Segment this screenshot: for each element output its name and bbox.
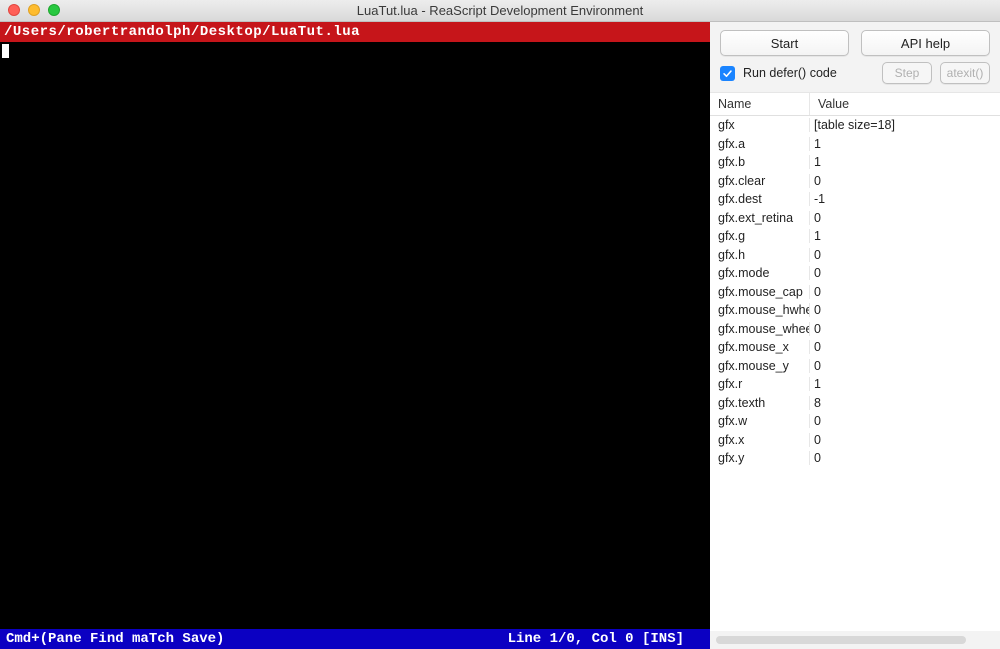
zoom-icon[interactable] <box>48 4 60 16</box>
variable-value: 1 <box>810 137 1000 151</box>
variable-row[interactable]: gfx.mouse_x0 <box>710 338 1000 357</box>
variable-row[interactable]: gfx.mouse_wheel0 <box>710 320 1000 339</box>
app-window: LuaTut.lua - ReaScript Development Envir… <box>0 0 1000 649</box>
run-options-row: Run defer() code Step atexit() <box>710 62 1000 92</box>
variable-name: gfx.a <box>710 137 810 151</box>
variable-name: gfx.w <box>710 414 810 428</box>
variable-row[interactable]: gfx.texth8 <box>710 394 1000 413</box>
variable-name: gfx.mouse_x <box>710 340 810 354</box>
code-editor[interactable] <box>0 42 710 629</box>
editor-status-bar: Cmd+(Pane Find maTch Save) Line 1/0, Col… <box>0 629 710 649</box>
variable-value: 0 <box>810 322 1000 336</box>
close-icon[interactable] <box>8 4 20 16</box>
variable-value: 8 <box>810 396 1000 410</box>
variable-name: gfx.dest <box>710 192 810 206</box>
variable-row[interactable]: gfx.w0 <box>710 412 1000 431</box>
variable-name: gfx.r <box>710 377 810 391</box>
variable-value: 1 <box>810 229 1000 243</box>
variable-value: 1 <box>810 377 1000 391</box>
top-button-row: Start API help <box>710 22 1000 62</box>
minimize-icon[interactable] <box>28 4 40 16</box>
horizontal-scroll-thumb[interactable] <box>716 636 966 644</box>
variable-value: 0 <box>810 303 1000 317</box>
window-title: LuaTut.lua - ReaScript Development Envir… <box>0 3 1000 18</box>
variable-name: gfx.mouse_y <box>710 359 810 373</box>
variable-row[interactable]: gfx.mouse_y0 <box>710 357 1000 376</box>
variable-value: 1 <box>810 155 1000 169</box>
variable-value: 0 <box>810 248 1000 262</box>
variable-row[interactable]: gfx.a1 <box>710 135 1000 154</box>
variables-list[interactable]: gfx[table size=18]gfx.a1gfx.b1gfx.clear0… <box>710 116 1000 631</box>
variable-name: gfx.texth <box>710 396 810 410</box>
file-path-bar: /Users/robertrandolph/Desktop/LuaTut.lua <box>0 22 710 42</box>
side-panel: Start API help Run defer() code Step ate… <box>710 22 1000 649</box>
variable-value: [table size=18] <box>810 118 1000 132</box>
variables-header: Name Value <box>710 92 1000 116</box>
step-button: Step <box>882 62 932 84</box>
variable-value: 0 <box>810 414 1000 428</box>
check-icon <box>722 68 733 79</box>
text-cursor <box>2 44 9 58</box>
variable-value: 0 <box>810 266 1000 280</box>
variable-name: gfx <box>710 118 810 132</box>
variable-value: 0 <box>810 211 1000 225</box>
start-button[interactable]: Start <box>720 30 849 56</box>
body: /Users/robertrandolph/Desktop/LuaTut.lua… <box>0 22 1000 649</box>
col-header-value[interactable]: Value <box>810 93 1000 115</box>
variable-value: 0 <box>810 174 1000 188</box>
variable-name: gfx.clear <box>710 174 810 188</box>
variable-name: gfx.mouse_wheel <box>710 322 810 336</box>
variable-value: 0 <box>810 359 1000 373</box>
apihelp-button[interactable]: API help <box>861 30 990 56</box>
variable-row[interactable]: gfx.mouse_hwheel0 <box>710 301 1000 320</box>
variable-name: gfx.mode <box>710 266 810 280</box>
variable-name: gfx.x <box>710 433 810 447</box>
status-position: Line 1/0, Col 0 [INS] <box>508 631 684 647</box>
editor-pane: /Users/robertrandolph/Desktop/LuaTut.lua… <box>0 22 710 649</box>
variable-value: 0 <box>810 433 1000 447</box>
variable-row[interactable]: gfx.b1 <box>710 153 1000 172</box>
variable-name: gfx.mouse_hwheel <box>710 303 810 317</box>
variable-name: gfx.y <box>710 451 810 465</box>
variable-row[interactable]: gfx.clear0 <box>710 172 1000 191</box>
variable-name: gfx.mouse_cap <box>710 285 810 299</box>
col-header-name[interactable]: Name <box>710 93 810 115</box>
variable-name: gfx.ext_retina <box>710 211 810 225</box>
variable-value: -1 <box>810 192 1000 206</box>
variable-name: gfx.g <box>710 229 810 243</box>
window-controls <box>8 4 60 16</box>
variable-name: gfx.h <box>710 248 810 262</box>
variable-row[interactable]: gfx[table size=18] <box>710 116 1000 135</box>
status-hints: Cmd+(Pane Find maTch Save) <box>6 631 224 647</box>
variable-value: 0 <box>810 285 1000 299</box>
variable-name: gfx.b <box>710 155 810 169</box>
variable-row[interactable]: gfx.mouse_cap0 <box>710 283 1000 302</box>
atexit-button: atexit() <box>940 62 990 84</box>
variable-row[interactable]: gfx.g1 <box>710 227 1000 246</box>
horizontal-scroll-track <box>710 631 1000 649</box>
variable-row[interactable]: gfx.r1 <box>710 375 1000 394</box>
variable-row[interactable]: gfx.mode0 <box>710 264 1000 283</box>
titlebar: LuaTut.lua - ReaScript Development Envir… <box>0 0 1000 22</box>
variable-row[interactable]: gfx.ext_retina0 <box>710 209 1000 228</box>
variable-row[interactable]: gfx.y0 <box>710 449 1000 468</box>
variable-row[interactable]: gfx.x0 <box>710 431 1000 450</box>
variable-value: 0 <box>810 340 1000 354</box>
variable-value: 0 <box>810 451 1000 465</box>
run-defer-label: Run defer() code <box>743 66 874 80</box>
run-defer-checkbox[interactable] <box>720 66 735 81</box>
variable-row[interactable]: gfx.dest-1 <box>710 190 1000 209</box>
variable-row[interactable]: gfx.h0 <box>710 246 1000 265</box>
